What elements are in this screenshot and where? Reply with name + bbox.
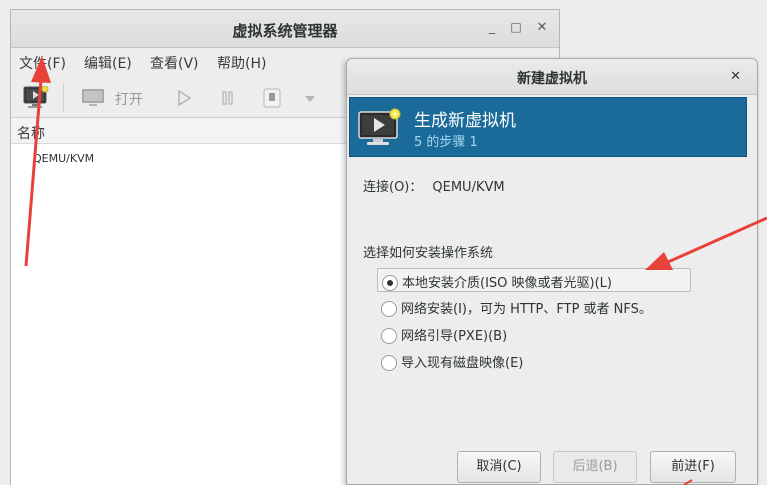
main-titlebar[interactable]: 虚拟系统管理器 _ □ ✕	[11, 10, 559, 48]
radio-label: 网络引导(PXE)(B)	[401, 329, 508, 344]
dialog-close-icon[interactable]: ✕	[730, 69, 741, 84]
connection-label: 连接(O)：	[363, 180, 423, 195]
new-vm-banner-icon	[358, 108, 401, 145]
radio-button[interactable]	[381, 301, 397, 317]
dialog-banner: 生成新虚拟机 5 的步骤 1	[349, 97, 747, 157]
dialog-titlebar[interactable]: 新建虚拟机 ✕	[347, 59, 757, 95]
banner-title: 生成新虚拟机	[414, 111, 516, 131]
chevron-down-icon[interactable]	[305, 96, 315, 102]
install-method-title: 选择如何安装操作系统	[363, 246, 494, 261]
radio-button-checked[interactable]	[382, 275, 398, 291]
maximize-icon[interactable]: □	[509, 20, 523, 34]
radio-local-media[interactable]: 本地安装介质(ISO 映像或者光驱)(L)	[377, 268, 691, 292]
radio-network-install[interactable]: 网络安装(I)，可为 HTTP、FTP 或者 NFS。	[377, 295, 658, 319]
radio-label: 本地安装介质(ISO 映像或者光驱)(L)	[402, 276, 612, 291]
forward-button[interactable]: 前进(F)	[650, 451, 736, 483]
dialog-title: 新建虚拟机	[517, 71, 587, 87]
connection-value: QEMU/KVM	[432, 180, 505, 195]
radio-pxe-boot[interactable]: 网络引导(PXE)(B)	[377, 322, 513, 346]
menu-file[interactable]: 文件(F)	[19, 53, 66, 73]
main-window-title: 虚拟系统管理器	[232, 22, 338, 40]
new-vm-dialog: 新建虚拟机 ✕ 生成新虚拟机 5 的步骤 1 连接(O)： QEMU/KVM 选择…	[346, 58, 758, 485]
radio-button[interactable]	[381, 328, 397, 344]
close-icon[interactable]: ✕	[535, 21, 549, 35]
menu-edit[interactable]: 编辑(E)	[84, 53, 132, 73]
radio-label: 网络安装(I)，可为 HTTP、FTP 或者 NFS。	[401, 302, 652, 317]
monitor-icon	[82, 89, 104, 106]
connection-list-item[interactable]: QEMU/KVM	[33, 152, 94, 165]
banner-step: 5 的步骤 1	[414, 135, 478, 150]
open-button[interactable]: 打开	[115, 89, 143, 109]
back-button[interactable]: 后退(B)	[553, 451, 637, 483]
cancel-button[interactable]: 取消(C)	[457, 451, 541, 483]
column-name-label: 名称	[17, 126, 45, 142]
radio-import-disk[interactable]: 导入现有磁盘映像(E)	[377, 349, 529, 373]
menu-help[interactable]: 帮助(H)	[217, 53, 266, 73]
minimize-icon[interactable]: _	[485, 21, 499, 35]
pause-icon[interactable]	[221, 91, 235, 105]
radio-label: 导入现有磁盘映像(E)	[401, 356, 524, 371]
menu-view[interactable]: 查看(V)	[150, 53, 199, 73]
new-vm-button[interactable]	[23, 86, 49, 110]
connection-line: 连接(O)： QEMU/KVM	[363, 176, 505, 195]
shutdown-icon[interactable]	[263, 88, 281, 108]
play-icon[interactable]	[177, 90, 191, 106]
radio-button[interactable]	[381, 355, 397, 371]
toolbar-separator	[63, 84, 64, 112]
